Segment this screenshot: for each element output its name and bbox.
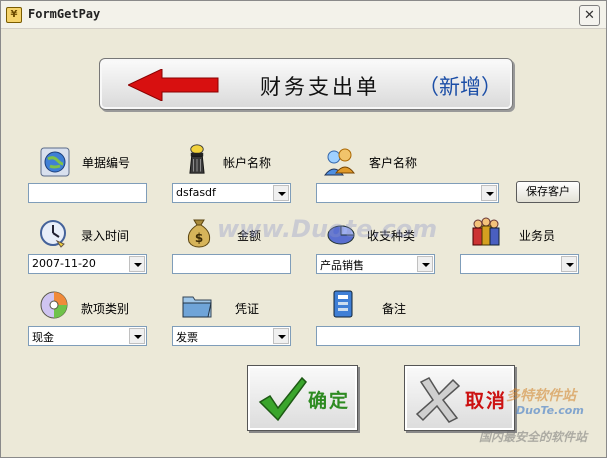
svg-text:$: $ [195, 231, 203, 245]
cross-icon [415, 377, 461, 423]
cancel-button-label: 取消 [465, 390, 508, 412]
mode-label: （新增） [418, 75, 502, 99]
entry-time-select[interactable]: 2007-11-20 [28, 254, 147, 274]
amount-textbox[interactable] [173, 255, 290, 273]
title-bar: ¥ FormGetPay ✕ [1, 1, 606, 29]
salesperson-label: 业务员 [519, 229, 556, 243]
watermark-center: www.Duote.com [217, 215, 438, 243]
account-name-label: 帐户名称 [223, 156, 272, 170]
voucher-label: 凭证 [235, 302, 260, 316]
chevron-down-icon[interactable] [481, 185, 497, 201]
form-window: ¥ FormGetPay ✕ 财务支出单 （新增） 单据编号 帐户名称 dsfa… [0, 0, 607, 458]
back-arrow-icon[interactable] [128, 69, 220, 101]
ok-button[interactable]: 确定 [247, 365, 358, 431]
ok-button-label: 确定 [308, 390, 351, 412]
account-name-select[interactable]: dsfasdf [172, 183, 291, 203]
account-name-value: dsfasdf [176, 186, 216, 199]
checkmark-icon [258, 376, 307, 422]
team-icon [472, 217, 500, 246]
remark-input[interactable] [316, 326, 580, 346]
income-type-select[interactable]: 产品销售 [316, 254, 435, 274]
close-button[interactable]: ✕ [579, 5, 600, 26]
users-icon [323, 148, 355, 176]
amount-input[interactable] [172, 254, 291, 274]
page-title: 财务支出单 [260, 75, 380, 99]
watermark-site-name: 多特软件站 [506, 388, 576, 404]
chevron-down-icon[interactable] [129, 328, 145, 344]
chevron-down-icon[interactable] [417, 256, 433, 272]
cancel-button[interactable]: 取消 [404, 365, 515, 431]
note-book-icon [333, 290, 353, 318]
clock-icon [40, 220, 66, 248]
category-disc-icon [40, 291, 68, 319]
window-title: FormGetPay [28, 7, 101, 21]
watermark-site-url: DuoTe.com [516, 404, 584, 417]
bill-no-textbox[interactable] [29, 184, 146, 202]
chevron-down-icon[interactable] [561, 256, 577, 272]
save-customer-button[interactable]: 保存客户 [516, 181, 580, 203]
salesperson-select[interactable] [460, 254, 579, 274]
folder-icon [182, 296, 212, 318]
payment-category-value: 现金 [32, 331, 54, 344]
chevron-down-icon[interactable] [273, 328, 289, 344]
app-icon: ¥ [6, 7, 22, 23]
remark-textbox[interactable] [317, 327, 579, 345]
voucher-value: 发票 [176, 331, 198, 344]
globe-icon [40, 147, 70, 177]
payment-category-label: 款项类别 [81, 302, 130, 316]
customer-name-label: 客户名称 [369, 156, 418, 170]
chevron-down-icon[interactable] [129, 256, 145, 272]
remark-label: 备注 [382, 302, 407, 316]
bill-no-label: 单据编号 [82, 156, 131, 170]
entry-time-label: 录入时间 [81, 229, 130, 243]
entry-time-value: 2007-11-20 [32, 257, 96, 270]
customer-name-select[interactable] [316, 183, 499, 203]
bill-no-input[interactable] [28, 183, 147, 203]
income-type-value: 产品销售 [320, 259, 364, 272]
lighthouse-icon [189, 144, 205, 174]
payment-category-select[interactable]: 现金 [28, 326, 147, 346]
voucher-select[interactable]: 发票 [172, 326, 291, 346]
money-bag-icon: $ [187, 219, 211, 248]
watermark-slogan: 国内最安全的软件站 [479, 430, 588, 444]
header-banner: 财务支出单 （新增） [99, 58, 513, 110]
chevron-down-icon[interactable] [273, 185, 289, 201]
